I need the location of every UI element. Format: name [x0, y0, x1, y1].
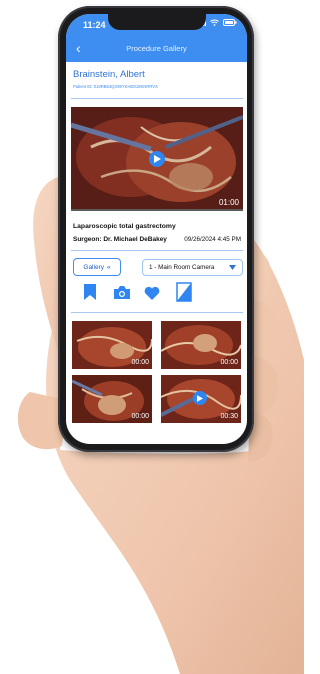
main-video-player[interactable]: 01:00	[71, 107, 243, 211]
status-time: 11:24	[83, 20, 106, 30]
gallery-label: Gallery	[83, 263, 104, 271]
thumbnail-duration: 00:00	[220, 359, 238, 366]
wifi-icon	[210, 19, 219, 26]
battery-icon	[223, 19, 237, 26]
camera-select-value: 1 - Main Room Camera	[149, 264, 215, 271]
app-screen: 11:24 ‹ Procedure Gallery Brainstein, Al…	[66, 14, 247, 444]
camera-icon[interactable]	[114, 286, 130, 299]
surgeon-name: Surgeon: Dr. Michael DeBakey	[73, 236, 167, 243]
patient-id: Patient ID: 018RB64QX89YKHD018KNRRVS	[73, 84, 158, 89]
heart-icon[interactable]	[144, 286, 160, 300]
video-thumbnail[interactable]: 00:00	[72, 321, 152, 369]
divider	[71, 312, 243, 313]
top-nav-bar: ‹ Procedure Gallery	[66, 36, 247, 62]
play-icon	[197, 394, 203, 402]
divider	[71, 98, 243, 99]
video-duration: 01:00	[218, 198, 239, 207]
double-chevron-left-icon: «	[106, 263, 111, 271]
play-button[interactable]	[193, 391, 207, 405]
patient-header: Brainstein, Albert Patient ID: 018RB64QX…	[73, 69, 241, 89]
thumbnail-duration: 00:30	[220, 413, 238, 420]
phone-notch	[108, 14, 206, 30]
procedure-title: Laparoscopic total gastrectomy	[73, 223, 176, 230]
play-icon	[153, 155, 161, 163]
video-thumbnail[interactable]: 00:00	[161, 321, 241, 369]
video-thumbnail[interactable]: 00:00	[72, 375, 152, 423]
thumbnail-duration: 00:00	[131, 413, 149, 420]
gallery-button[interactable]: Gallery «	[73, 258, 121, 276]
camera-select[interactable]: 1 - Main Room Camera	[142, 259, 243, 276]
divider	[71, 250, 243, 251]
play-button[interactable]	[149, 151, 165, 167]
action-toolbar	[84, 282, 229, 306]
mirror-icon[interactable]	[176, 282, 192, 302]
procedure-datetime: 09/26/2024 4:45 PM	[184, 236, 241, 243]
page-title: Procedure Gallery	[126, 44, 187, 53]
chevron-down-icon	[229, 265, 236, 270]
patient-name: Brainstein, Albert	[73, 69, 145, 80]
video-thumbnail[interactable]: 00:30	[161, 375, 241, 423]
video-progress-bar[interactable]	[71, 209, 243, 211]
thumbnail-duration: 00:00	[131, 359, 149, 366]
bookmark-icon[interactable]	[84, 284, 96, 300]
